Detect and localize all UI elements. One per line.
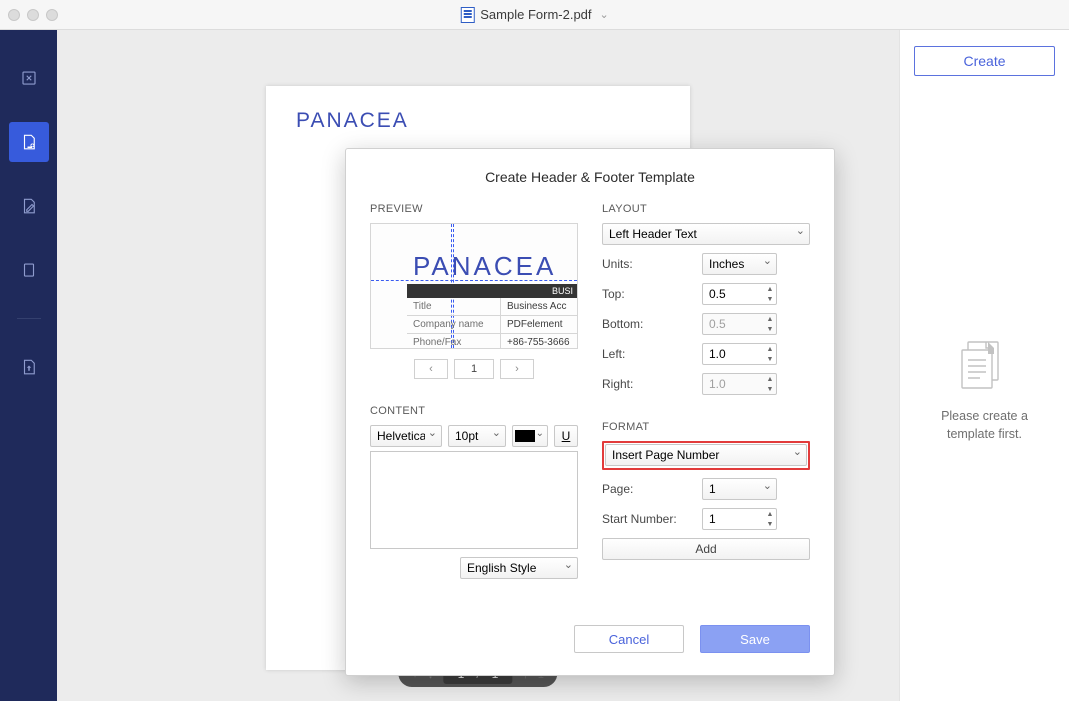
sidebar-tool-edit[interactable]: [9, 186, 49, 226]
preview-page-nav: ‹ ›: [370, 359, 578, 379]
color-swatch-icon: [515, 430, 535, 442]
preview-brand: PANACEA: [413, 251, 556, 282]
preview-page-input[interactable]: [454, 359, 494, 379]
units-select[interactable]: Inches: [702, 253, 777, 275]
table-cell: Company name: [407, 316, 501, 333]
title-dropdown-icon[interactable]: ⌄: [600, 8, 609, 21]
preview-guide-h: [371, 280, 577, 281]
stepper-down-icon[interactable]: ▼: [764, 324, 776, 334]
stepper-down-icon[interactable]: ▼: [764, 384, 776, 394]
content-label: CONTENT: [370, 405, 578, 417]
units-label: Units:: [602, 257, 702, 271]
right-label: Right:: [602, 377, 702, 391]
cancel-button[interactable]: Cancel: [574, 625, 684, 653]
template-placeholder-icon: [956, 336, 1012, 392]
traffic-zoom[interactable]: [46, 9, 58, 21]
layout-label: LAYOUT: [602, 203, 810, 215]
traffic-minimize[interactable]: [27, 9, 39, 21]
preview-table: Title Business Acc Company name PDFeleme…: [407, 298, 577, 349]
right-panel: Create Please create a template first.: [899, 30, 1069, 701]
style-select[interactable]: English Style: [460, 557, 578, 579]
save-button[interactable]: Save: [700, 625, 810, 653]
start-label: Start Number:: [602, 512, 702, 526]
underline-button[interactable]: U: [554, 425, 578, 447]
window-title-text: Sample Form-2.pdf: [480, 7, 591, 22]
sidebar-divider: [17, 318, 41, 319]
table-row: Title Business Acc: [407, 298, 577, 316]
stepper-down-icon[interactable]: ▼: [764, 354, 776, 364]
window-controls: [8, 9, 58, 21]
stepper-up-icon[interactable]: ▲: [764, 284, 776, 294]
stepper-down-icon[interactable]: ▼: [764, 294, 776, 304]
modal-footer: Cancel Save: [370, 625, 810, 653]
page-label: Page:: [602, 482, 702, 496]
sidebar-tool-export[interactable]: [9, 347, 49, 387]
window-title: Sample Form-2.pdf ⌄: [460, 7, 608, 23]
stepper-up-icon[interactable]: ▲: [764, 344, 776, 354]
app-body: PANACEA ⤒ ↓ 1 / 1 ↑ ⤓ Create Header & Fo…: [0, 30, 1069, 701]
color-picker[interactable]: [512, 425, 548, 447]
document-icon: [460, 7, 474, 23]
bottom-label: Bottom:: [602, 317, 702, 331]
sidebar-tool-page[interactable]: [9, 250, 49, 290]
modal-right-column: LAYOUT Left Header Text Units: Inches To…: [602, 203, 810, 579]
sidebar-tool-close[interactable]: [9, 58, 49, 98]
preview-box: PANACEA BUSI Title Business Acc: [370, 223, 578, 349]
placeholder-graphic: Please create a template first.: [941, 336, 1028, 443]
page-brand: PANACEA: [296, 109, 409, 133]
preview-bar: BUSI: [407, 284, 577, 298]
add-button[interactable]: Add: [602, 538, 810, 560]
modal-title: Create Header & Footer Template: [370, 169, 810, 185]
format-label: FORMAT: [602, 421, 810, 433]
placeholder-text: Please create a template first.: [941, 408, 1028, 443]
top-label: Top:: [602, 287, 702, 301]
titlebar: Sample Form-2.pdf ⌄: [0, 0, 1069, 30]
table-cell: Title: [407, 298, 501, 315]
page-format-select[interactable]: 1: [702, 478, 777, 500]
table-row: Company name PDFelement: [407, 316, 577, 334]
stepper-down-icon[interactable]: ▼: [764, 519, 776, 529]
content-textarea[interactable]: [370, 451, 578, 549]
table-cell: PDFelement: [501, 316, 577, 333]
document-canvas[interactable]: PANACEA ⤒ ↓ 1 / 1 ↑ ⤓ Create Header & Fo…: [57, 30, 899, 701]
stepper-up-icon[interactable]: ▲: [764, 509, 776, 519]
font-select[interactable]: Helvetica: [370, 425, 442, 447]
left-label: Left:: [602, 347, 702, 361]
stepper-up-icon[interactable]: ▲: [764, 314, 776, 324]
position-select[interactable]: Left Header Text: [602, 223, 810, 245]
preview-next-button[interactable]: ›: [500, 359, 534, 379]
size-select[interactable]: 10pt: [448, 425, 506, 447]
table-cell: +86-755-3666: [501, 334, 577, 349]
table-row: Phone/Fax +86-755-3666: [407, 334, 577, 349]
sidebar-tool-header-footer[interactable]: [9, 122, 49, 162]
header-footer-modal: Create Header & Footer Template PREVIEW …: [345, 148, 835, 676]
table-cell: Business Acc: [501, 298, 577, 315]
sidebar: [0, 30, 57, 701]
create-button[interactable]: Create: [914, 46, 1055, 76]
table-cell: Phone/Fax: [407, 334, 501, 349]
preview-label: PREVIEW: [370, 203, 578, 215]
preview-prev-button[interactable]: ‹: [414, 359, 448, 379]
format-insert-select[interactable]: Insert Page Number: [605, 444, 807, 466]
stepper-up-icon[interactable]: ▲: [764, 374, 776, 384]
modal-left-column: PREVIEW PANACEA BUSI Title Business: [370, 203, 578, 579]
traffic-close[interactable]: [8, 9, 20, 21]
